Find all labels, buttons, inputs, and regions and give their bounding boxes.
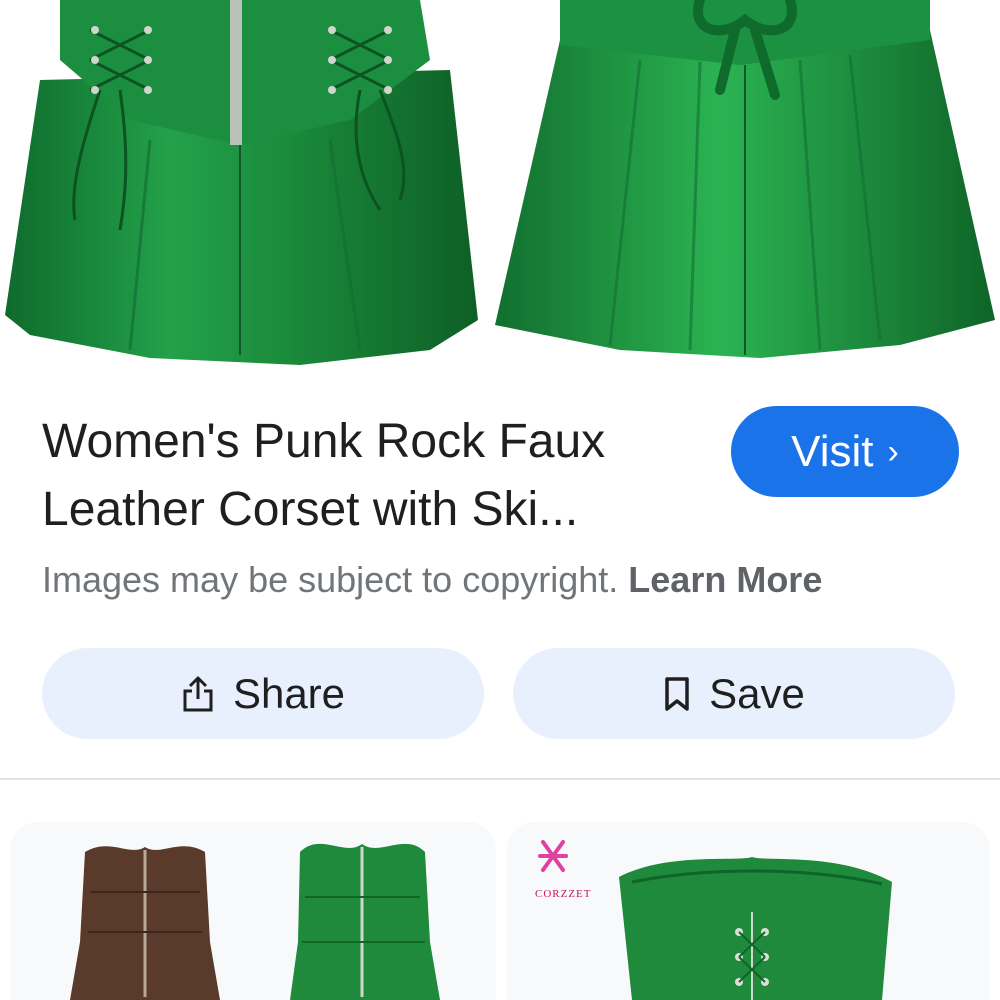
divider bbox=[0, 778, 1000, 780]
product-title[interactable]: Women's Punk Rock Faux Leather Corset wi… bbox=[42, 408, 702, 544]
chevron-right-icon: › bbox=[887, 432, 899, 471]
visit-button[interactable]: Visit › bbox=[731, 406, 959, 497]
brand-logo-icon bbox=[538, 840, 568, 872]
share-icon bbox=[181, 675, 215, 713]
copyright-text: Images may be subject to copyright. bbox=[42, 559, 619, 600]
green-corset-back-image bbox=[619, 857, 892, 1000]
product-image[interactable] bbox=[0, 0, 1000, 385]
product-front-view bbox=[5, 0, 478, 365]
brown-corset-image bbox=[70, 846, 220, 1000]
copyright-notice: Images may be subject to copyright. Lear… bbox=[42, 556, 822, 604]
share-button[interactable]: Share bbox=[42, 648, 484, 739]
share-label: Share bbox=[232, 669, 346, 717]
visit-label: Visit bbox=[791, 426, 874, 476]
green-corset-image bbox=[290, 843, 440, 1000]
save-button[interactable]: Save bbox=[513, 648, 955, 739]
learn-more-link[interactable]: Learn More bbox=[628, 559, 822, 600]
product-back-view bbox=[495, 0, 995, 358]
save-label: Save bbox=[709, 669, 805, 717]
related-result-card[interactable] bbox=[10, 822, 496, 1000]
related-result-card[interactable]: CORZZET bbox=[507, 822, 990, 1000]
bookmark-icon bbox=[663, 676, 691, 712]
brand-name: CORZZET bbox=[535, 888, 592, 900]
